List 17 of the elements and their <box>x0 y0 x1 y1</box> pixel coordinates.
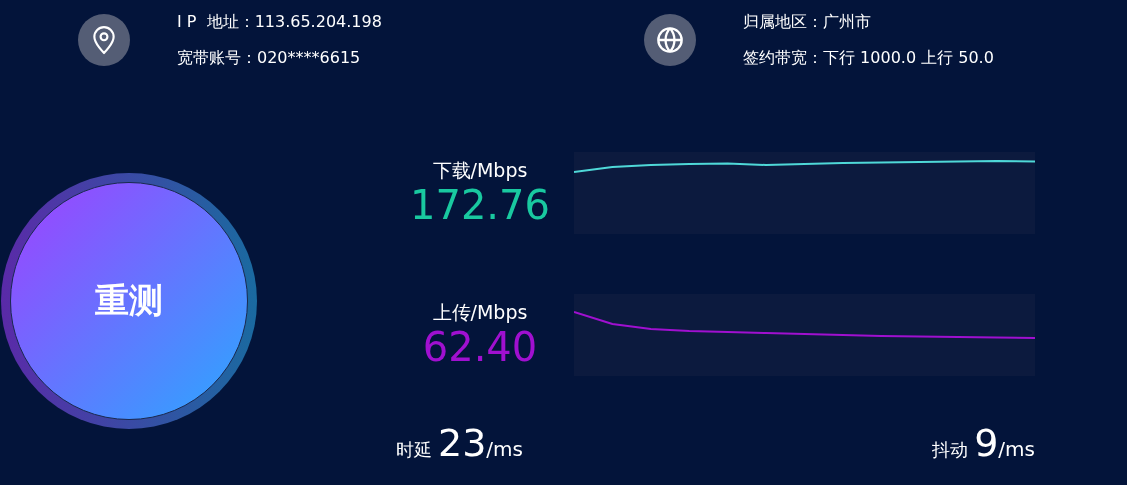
stat-unit: /ms <box>998 437 1035 461</box>
metric-value: 62.40 <box>422 324 538 370</box>
stat-label: 抖动 <box>932 438 969 462</box>
metric-value: 172.76 <box>410 182 550 228</box>
info-text: 签约带宽：下行 1000.0 上行 50.0 <box>743 47 994 69</box>
stat-unit: /ms <box>486 437 523 461</box>
info-text: 宽带账号：020****6615 <box>177 47 362 69</box>
metric-label: 上传/Mbps <box>432 300 528 324</box>
stat-label: 时延 <box>396 438 432 462</box>
retest-button[interactable]: 重测 <box>10 182 248 420</box>
location-pin-icon <box>91 25 117 55</box>
info-text: 归属地区：广州市 <box>743 11 872 33</box>
metric-label: 下载/Mbps <box>432 158 528 182</box>
globe-icon <box>656 26 684 54</box>
stat-value: 9 <box>974 423 999 463</box>
stat-value: 23 <box>438 423 487 463</box>
info-text: I P 地址：113.65.204.198 <box>177 11 382 33</box>
